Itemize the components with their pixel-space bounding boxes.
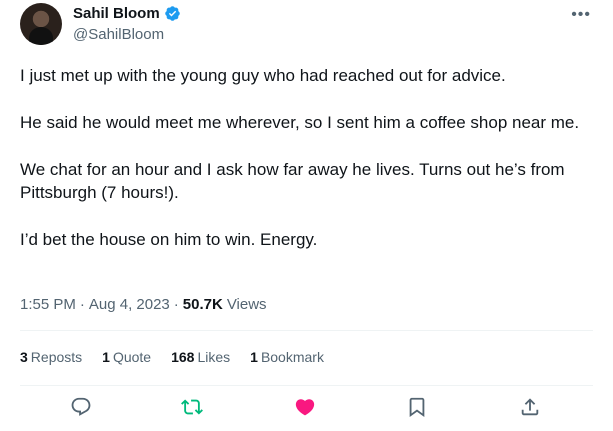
views-count: 50.7K: [182, 296, 223, 313]
views-label: Views: [226, 296, 267, 313]
tweet-paragraph: We chat for an hour and I ask how far aw…: [20, 160, 565, 202]
likes-label: Likes: [197, 349, 231, 365]
engagement-stats: 3 Reposts 1 Quote 168 Likes 1 Bookmark: [20, 349, 324, 365]
reposts-count: 3: [20, 349, 28, 365]
meta-separator: ·: [173, 296, 179, 313]
divider: [20, 385, 593, 386]
bookmarks-label: Bookmark: [260, 349, 324, 365]
divider: [20, 330, 593, 331]
bookmark-icon[interactable]: [406, 396, 430, 420]
likes-count: 168: [171, 349, 195, 365]
tweet-paragraph: He said he would meet me wherever, so I …: [20, 113, 580, 132]
tweet-card: Sahil Bloom @SahilBloom ••• I just met u…: [0, 0, 613, 431]
avatar[interactable]: [20, 3, 62, 45]
author-name-row: Sahil Bloom: [73, 5, 181, 22]
reposts-stat[interactable]: 3 Reposts: [20, 349, 82, 365]
reposts-label: Reposts: [30, 349, 83, 365]
quotes-label: Quote: [112, 349, 152, 365]
meta-separator: ·: [79, 296, 85, 313]
more-options-icon[interactable]: •••: [571, 6, 591, 24]
bookmarks-count: 1: [250, 349, 258, 365]
tweet-text: I just met up with the young guy who had…: [20, 64, 580, 251]
tweet-paragraph: I’d bet the house on him to win. Energy.: [20, 230, 318, 249]
tweet-paragraph: I just met up with the young guy who had…: [20, 66, 506, 85]
author-display-name[interactable]: Sahil Bloom: [73, 5, 160, 22]
action-bar: [0, 396, 613, 422]
quotes-stat[interactable]: 1 Quote: [102, 349, 151, 365]
share-icon[interactable]: [519, 396, 543, 420]
heart-icon[interactable]: [294, 396, 318, 420]
verified-badge-icon: [164, 5, 181, 22]
bookmarks-stat[interactable]: 1 Bookmark: [250, 349, 324, 365]
tweet-time[interactable]: 1:55 PM: [20, 296, 76, 313]
tweet-meta: 1:55 PM · Aug 4, 2023 · 50.7K Views: [20, 296, 267, 313]
tweet-date[interactable]: Aug 4, 2023: [89, 296, 170, 313]
reply-icon[interactable]: [70, 396, 94, 420]
author-handle[interactable]: @SahilBloom: [73, 26, 164, 43]
likes-stat[interactable]: 168 Likes: [171, 349, 230, 365]
quotes-count: 1: [102, 349, 110, 365]
repost-icon[interactable]: [181, 396, 205, 420]
